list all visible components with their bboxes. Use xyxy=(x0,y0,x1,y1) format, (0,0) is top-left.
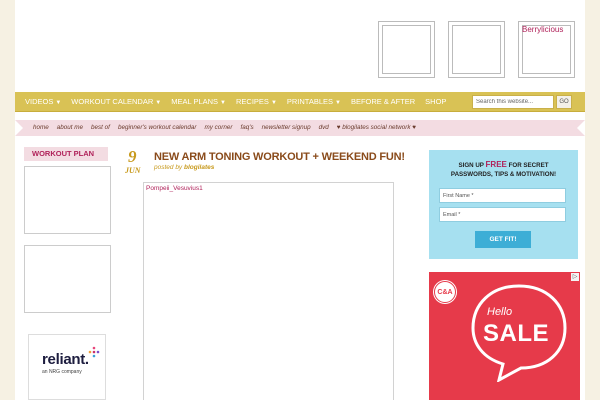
email-field[interactable] xyxy=(439,207,566,222)
post-author[interactable]: blogilates xyxy=(184,164,214,171)
subnav-item-dvd[interactable]: dvd xyxy=(315,120,333,136)
chevron-down-icon: ▼ xyxy=(155,100,162,106)
header-ad-label[interactable]: Berrylicious xyxy=(522,25,563,34)
ad-sale-text: SALE xyxy=(483,320,550,347)
post-embed[interactable]: Pompeii_Vesuvius1 xyxy=(143,182,394,400)
get-fit-button[interactable]: GET FIT! xyxy=(475,231,531,248)
nav-item-workout-calendar[interactable]: Workout Calendar ▼ xyxy=(66,92,166,112)
subnav-item-faq-s[interactable]: faq's xyxy=(237,120,258,136)
signup-text: SIGN UP FREE FOR SECRET PASSWORDS, TIPS … xyxy=(437,160,570,179)
nav-item-videos[interactable]: Videos ▼ xyxy=(20,92,66,112)
post-date-day: 9 xyxy=(128,147,137,166)
subnav-item-best-of[interactable]: best of xyxy=(87,120,114,136)
nav-item-shop[interactable]: Shop xyxy=(420,92,451,112)
chevron-down-icon: ▼ xyxy=(55,100,62,106)
nav-item-recipes[interactable]: Recipes ▼ xyxy=(231,92,282,112)
subnav-item-blogilates-social-network[interactable]: ♥ blogilates social network ♥ xyxy=(333,120,420,136)
newsletter-signup: SIGN UP FREE FOR SECRET PASSWORDS, TIPS … xyxy=(429,150,578,259)
post-date-month: JUN xyxy=(125,166,141,175)
embed-label[interactable]: Pompeii_Vesuvius1 xyxy=(146,185,203,192)
sponsor-subtitle: an NRG company xyxy=(42,369,82,375)
sponsor-ad[interactable]: reliant. an NRG company xyxy=(28,334,106,400)
post-meta-prefix: posted by xyxy=(154,164,183,171)
signup-line1-pre: SIGN UP xyxy=(458,162,486,169)
nav-item-before-after[interactable]: Before & After xyxy=(346,92,420,112)
signup-line2: PASSWORDS, TIPS & MOTIVATION! xyxy=(450,171,557,178)
search-input[interactable] xyxy=(472,95,554,109)
first-name-field[interactable] xyxy=(439,188,566,203)
secondary-nav: home about me best of beginner's workout ca… xyxy=(15,120,585,136)
signup-line1-post: FOR SECRET xyxy=(506,162,549,169)
main-nav: Videos ▼ Workout Calendar ▼ Meal Plans ▼ Recip… xyxy=(15,92,585,112)
chevron-down-icon: ▼ xyxy=(335,100,341,106)
nav-item-label: Shop xyxy=(425,97,447,106)
nav-item-meal-plans[interactable]: Meal Plans ▼ xyxy=(166,92,231,112)
header-ad-slot-1[interactable] xyxy=(378,21,435,78)
workout-plan-widget-2[interactable] xyxy=(24,245,111,313)
sponsor-name: reliant. xyxy=(42,351,89,368)
signup-free: FREE xyxy=(485,160,507,169)
subnav-item-newsletter-signup[interactable]: newsletter signup xyxy=(258,120,315,136)
subnav-item-home[interactable]: home xyxy=(29,120,53,136)
post-title[interactable]: NEW ARM TONING WORKOUT + WEEKEND FUN! xyxy=(154,151,405,163)
post-meta: posted by blogilates xyxy=(154,164,214,171)
ad-hello-text: Hello xyxy=(487,306,513,318)
secondary-nav-items: home about me best of beginner's workout ca… xyxy=(29,120,420,136)
nav-item-label: Workout Calendar xyxy=(71,97,154,106)
workout-plan-heading: WORKOUT PLAN xyxy=(24,147,108,161)
subnav-item-my-corner[interactable]: my corner xyxy=(201,120,237,136)
nav-item-label: Videos xyxy=(25,97,54,106)
nav-item-label: Printables xyxy=(286,97,334,106)
ad-choices-icon[interactable]: ▷ xyxy=(571,273,579,281)
workout-plan-widget-1[interactable] xyxy=(24,166,111,234)
page: Berrylicious Videos ▼ Workout Calendar ▼ Mea… xyxy=(15,0,585,400)
nav-item-label: Recipes xyxy=(236,97,269,106)
chevron-down-icon: ▼ xyxy=(220,100,226,106)
main-nav-items: Videos ▼ Workout Calendar ▼ Meal Plans ▼ Recip… xyxy=(20,92,451,112)
subnav-item-about-me[interactable]: about me xyxy=(53,120,87,136)
header-ad-slot-2[interactable] xyxy=(448,21,505,78)
ca-logo: C&A xyxy=(434,281,456,303)
nav-item-label: Before & After xyxy=(350,97,416,106)
workout-plan-title: WORKOUT PLAN xyxy=(32,149,95,158)
chevron-down-icon: ▼ xyxy=(270,100,277,106)
ca-logo-text: C&A xyxy=(437,289,453,296)
nav-item-label: Meal Plans xyxy=(171,97,219,106)
sale-ad[interactable]: ▷ C&A Hello SALE xyxy=(429,272,580,400)
reliant-logo-icon xyxy=(88,346,100,358)
search-go-button[interactable]: GO xyxy=(556,95,572,109)
subnav-item-beginner-s-workout-calendar[interactable]: beginner's workout calendar xyxy=(114,120,201,136)
header-ad-slot-3[interactable]: Berrylicious xyxy=(518,21,575,78)
nav-item-printables[interactable]: Printables ▼ xyxy=(282,92,346,112)
